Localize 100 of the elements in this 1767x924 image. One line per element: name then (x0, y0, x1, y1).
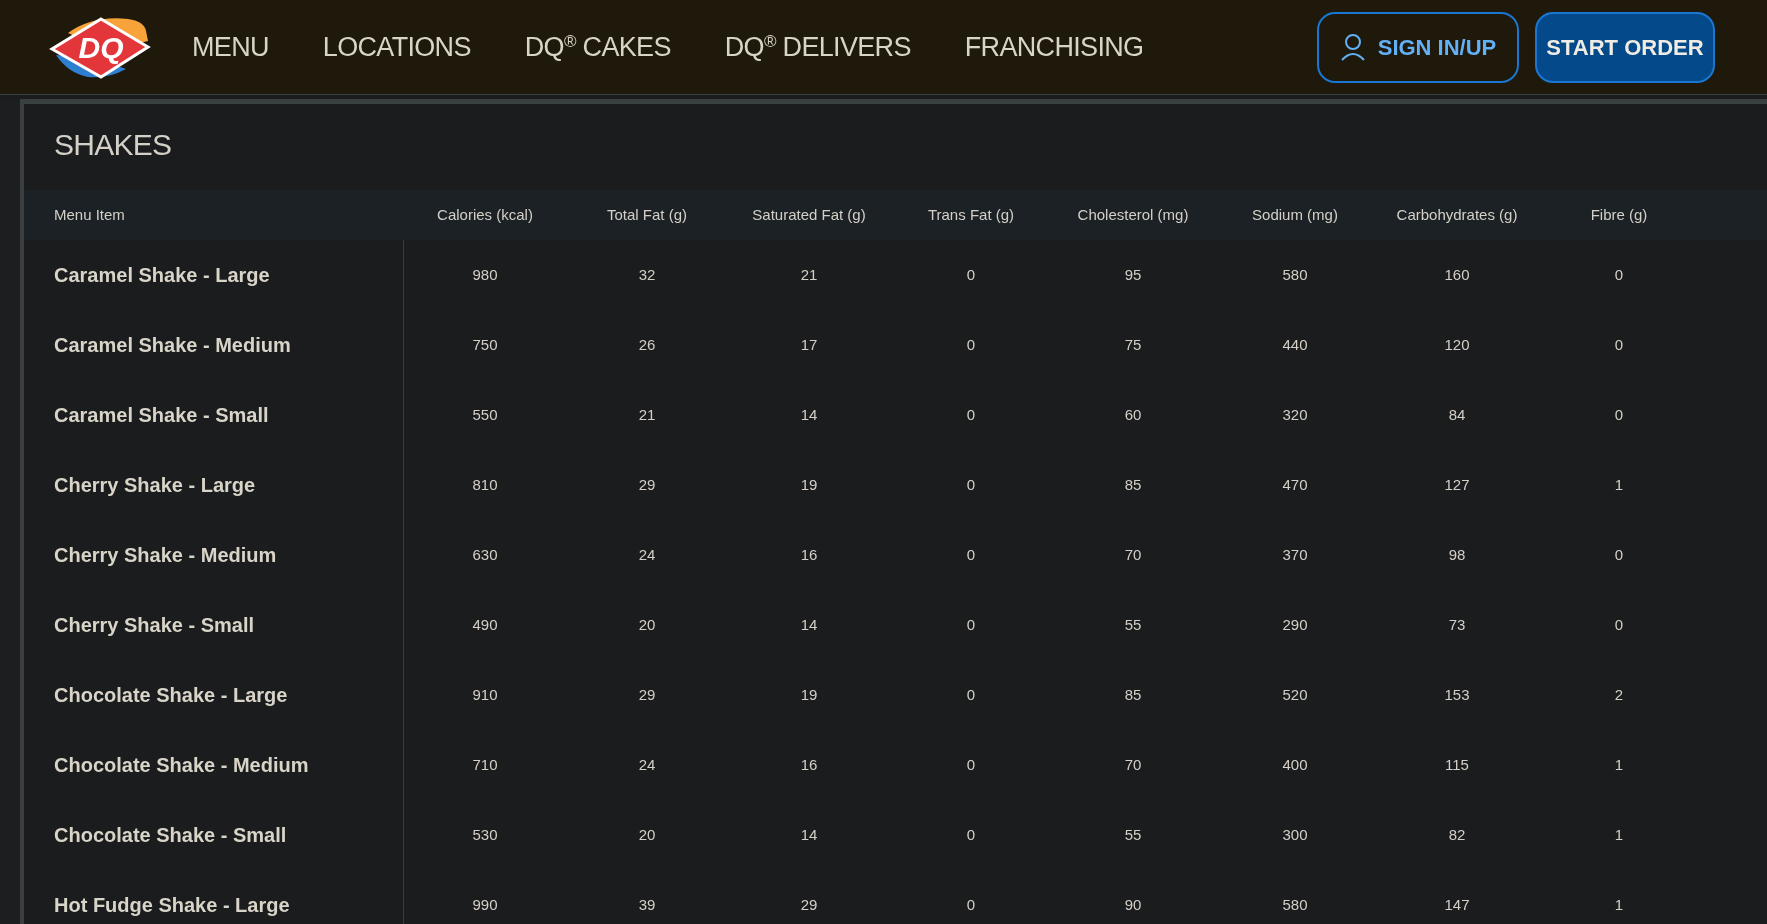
table-cell-text: 580 (1282, 264, 1308, 285)
column-header: Sodium (mg) (1252, 204, 1338, 225)
table-cell-text: 1 (1614, 894, 1624, 915)
table-cell-text: 120 (1444, 334, 1470, 355)
table-cell-text: 520 (1282, 684, 1308, 705)
table-cell-text: 710 (472, 754, 498, 775)
table-cell-text: 0 (1614, 334, 1624, 355)
table-cell-text: 0 (966, 334, 976, 355)
table-cell-text: 20 (638, 614, 656, 635)
table-cell-text: 70 (1124, 754, 1142, 775)
table-cell-text: 980 (472, 264, 498, 285)
table-cell-text: 84 (1448, 404, 1466, 425)
table-cell-text: 440 (1282, 334, 1308, 355)
table-cell-text: 0 (1614, 264, 1624, 285)
menu-item-name: Chocolate Shake - Large (54, 683, 288, 708)
table-cell-text: 29 (638, 474, 656, 495)
table-cell-text: 0 (966, 544, 976, 565)
column-header: Total Fat (g) (607, 204, 687, 225)
table-cell-text: 21 (638, 404, 656, 425)
table-cell-text: 400 (1282, 754, 1308, 775)
table-cell-text: 0 (966, 264, 976, 285)
table-cell-text: 82 (1448, 824, 1466, 845)
table-cell-text: 490 (472, 614, 498, 635)
table-cell-text: 127 (1444, 474, 1470, 495)
table-cell-text: 810 (472, 474, 498, 495)
table-cell-text: 115 (1445, 754, 1469, 775)
menu-item-name: Cherry Shake - Medium (54, 543, 277, 568)
table-cell-text: 0 (966, 404, 976, 425)
nav-link[interactable]: FRANCHISING (964, 26, 1144, 68)
column-header: Calories (kcal) (437, 204, 533, 225)
column-header: Cholesterol (mg) (1077, 204, 1189, 225)
table-cell-text: 750 (472, 334, 498, 355)
start-order-button[interactable]: START ORDER (1535, 11, 1715, 83)
table-cell-text: 0 (1614, 614, 1624, 635)
table-cell-text: 0 (1614, 544, 1624, 565)
table-cell-text: 160 (1444, 264, 1470, 285)
nav-link[interactable]: DQ$^{®}$ DELIVERS (724, 26, 911, 68)
nav-link[interactable]: LOCATIONS (322, 26, 471, 68)
table-cell-text: 17 (800, 334, 818, 355)
table-cell-text: 550 (472, 404, 498, 425)
table-cell-text: 21 (800, 264, 818, 285)
table-cell-text: 0 (966, 824, 976, 845)
column-header: Trans Fat (g) (927, 204, 1015, 225)
table-cell-text: 580 (1282, 894, 1308, 915)
menu-item-name: Caramel Shake - Medium (54, 333, 291, 358)
table-cell-text: 1 (1614, 754, 1624, 775)
menu-item-name: Caramel Shake - Small (54, 403, 269, 428)
table-cell-text: 95 (1124, 264, 1142, 285)
table-cell-text: 16 (800, 544, 818, 565)
table-cell-text: 153 (1444, 684, 1470, 705)
table-cell-text: 98 (1448, 544, 1466, 565)
column-header: Fibre (g) (1590, 204, 1648, 225)
table-cell-text: 85 (1124, 474, 1142, 495)
column-header: Saturated Fat (g) (752, 204, 866, 225)
table-cell-text: 24 (638, 544, 656, 565)
table-cell-text: 990 (472, 894, 498, 915)
table-cell-text: 85 (1124, 684, 1142, 705)
menu-item-name: Chocolate Shake - Small (54, 823, 287, 848)
table-cell-text: 1 (1614, 824, 1624, 845)
column-header: Menu Item (54, 204, 125, 225)
table-cell-text: 2 (1614, 684, 1624, 705)
nav-link[interactable]: MENU (192, 26, 269, 68)
column-header: Carbohydrates (g) (1396, 204, 1518, 225)
table-cell-text: 29 (638, 684, 656, 705)
table-cell-text: 147 (1444, 894, 1470, 915)
table-cell-text: 290 (1282, 614, 1308, 635)
table-cell-text: 55 (1124, 614, 1142, 635)
table-cell-text: 60 (1124, 404, 1142, 425)
menu-item-name: Hot Fudge Shake - Large (54, 893, 290, 918)
sign-in-button[interactable]: SIGN IN/UP (1317, 11, 1519, 83)
table-cell-text: 19 (800, 684, 818, 705)
nav-link[interactable]: DQ$^{®}$ CAKES (524, 26, 671, 68)
table-cell-text: 26 (638, 334, 656, 355)
table-cell-text: 14 (800, 614, 818, 635)
table-cell-text: 16 (800, 754, 818, 775)
table-cell-text: 470 (1282, 474, 1308, 495)
table-cell-text: 0 (966, 754, 976, 775)
table-cell-text: 70 (1124, 544, 1142, 565)
table-cell-text: 55 (1124, 824, 1142, 845)
user-icon (1339, 33, 1366, 61)
menu-item-name: Cherry Shake - Large (54, 473, 256, 498)
table-cell-text: 0 (966, 614, 976, 635)
table-cell-text: 0 (966, 894, 976, 915)
table-cell-text: 90 (1124, 894, 1142, 915)
table-cell-text: 29 (800, 894, 818, 915)
section-title: SHAKES (54, 130, 172, 160)
table-cell-text: 320 (1282, 404, 1308, 425)
table-cell-text: 73 (1448, 614, 1466, 635)
table-cell-text: 14 (800, 404, 818, 425)
table-cell-text: 14 (800, 824, 818, 845)
table-cell-text: 24 (638, 754, 656, 775)
table-cell-text: 39 (638, 894, 656, 915)
table-cell-text: 370 (1282, 544, 1308, 565)
table-cell-text: 630 (472, 544, 498, 565)
menu-item-name: Cherry Shake - Small (54, 613, 255, 638)
menu-item-name: Chocolate Shake - Medium (54, 753, 309, 778)
table-cell-text: 32 (638, 264, 656, 285)
table-cell-text: 20 (638, 824, 656, 845)
table-cell-text: 0 (966, 474, 976, 495)
table-cell-text: 0 (1614, 404, 1624, 425)
